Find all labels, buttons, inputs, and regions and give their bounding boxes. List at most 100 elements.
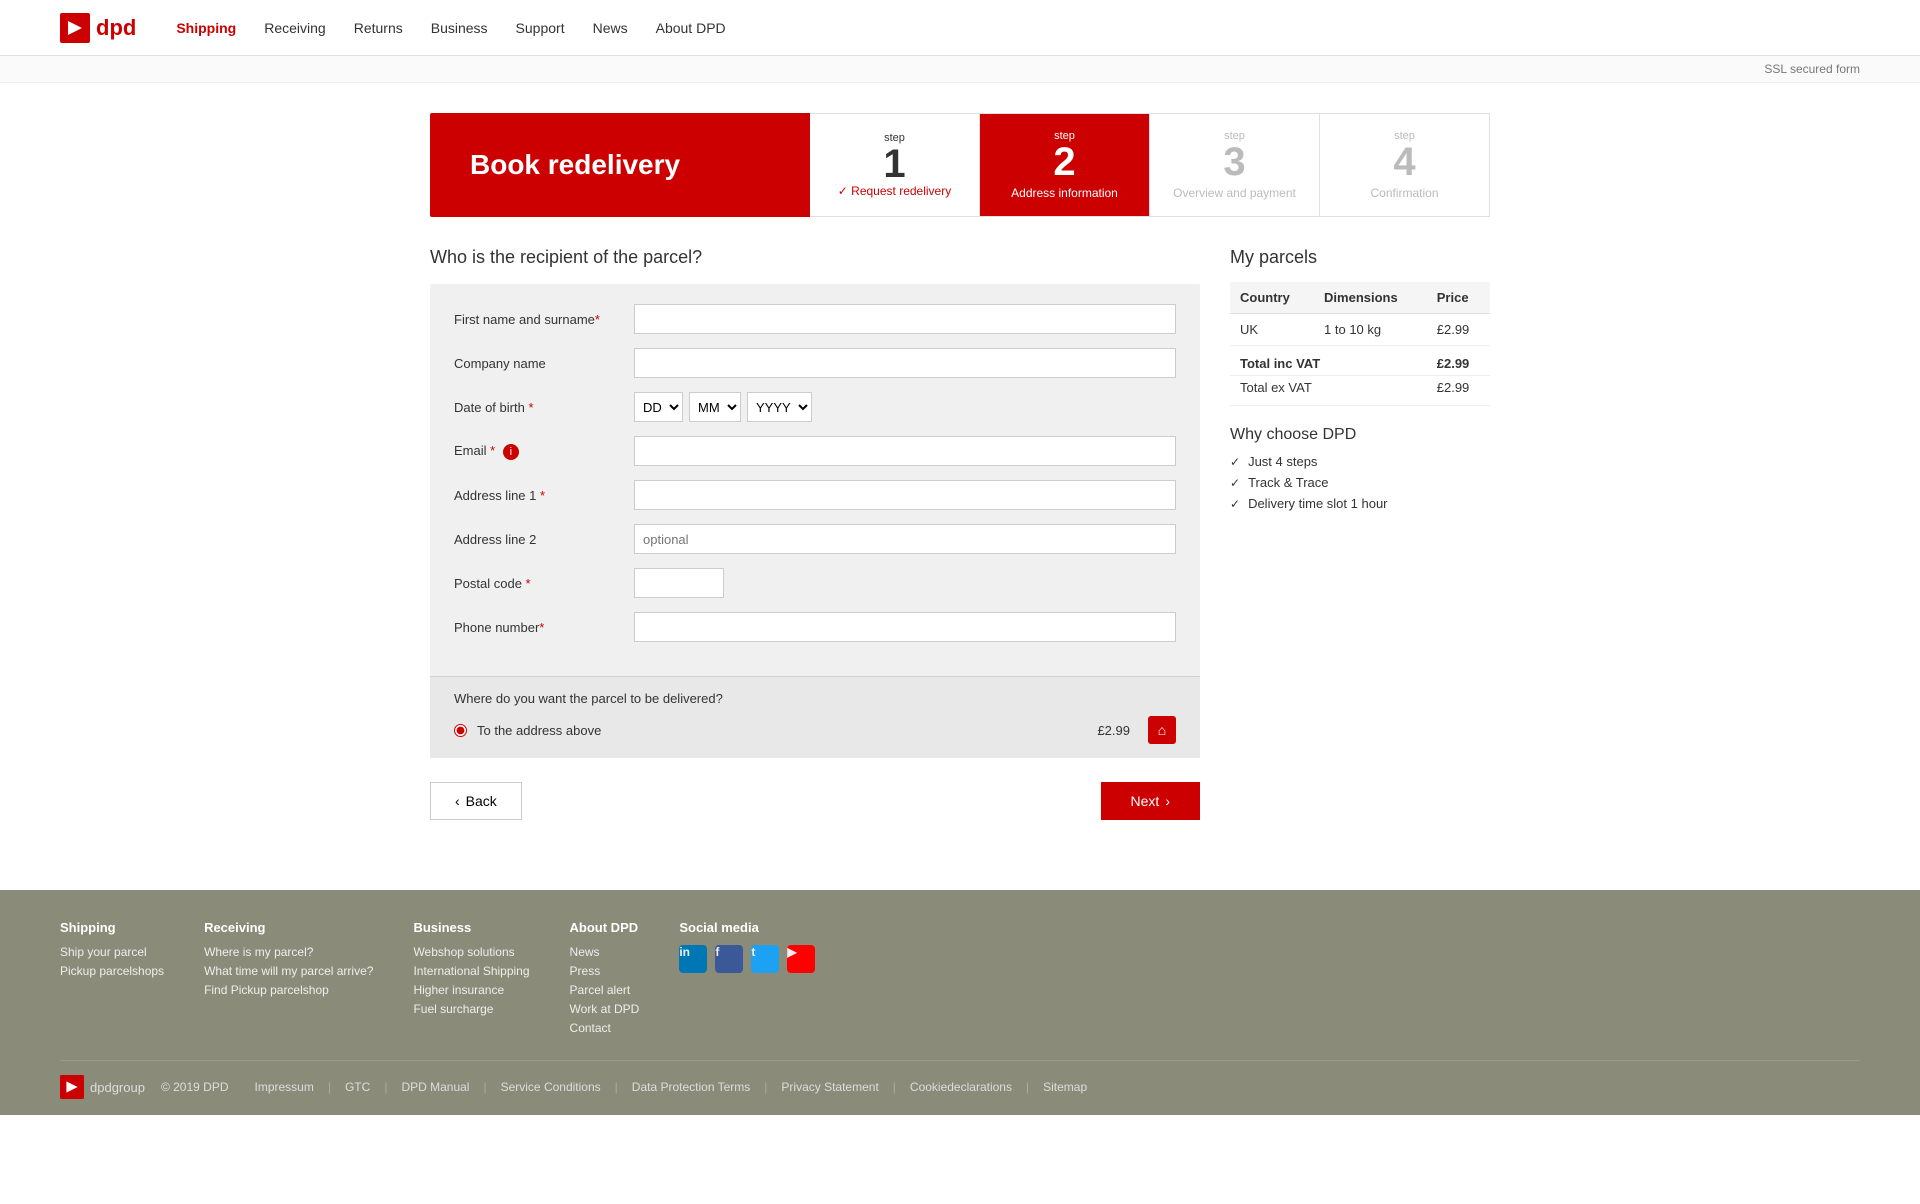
footer-link-work[interactable]: Work at DPD bbox=[570, 1002, 640, 1016]
footer-link-contact[interactable]: Contact bbox=[570, 1021, 640, 1035]
twitter-icon[interactable]: t bbox=[751, 945, 779, 973]
email-input[interactable] bbox=[634, 436, 1176, 466]
footer-service[interactable]: Service Conditions bbox=[483, 1080, 600, 1094]
footer-link-news[interactable]: News bbox=[570, 945, 640, 959]
footer-col-receiving: Receiving Where is my parcel? What time … bbox=[204, 920, 373, 1040]
check-icon-1: ✓ bbox=[1230, 455, 1240, 469]
delivery-radio[interactable] bbox=[454, 724, 467, 737]
footer-link-pickup[interactable]: Pickup parcelshops bbox=[60, 964, 164, 978]
next-chevron-icon: › bbox=[1165, 793, 1170, 809]
footer-about-heading: About DPD bbox=[570, 920, 640, 935]
nav-about[interactable]: About DPD bbox=[656, 20, 726, 36]
footer-bottom: dpdgroup © 2019 DPD Impressum GTC DPD Ma… bbox=[60, 1075, 1860, 1115]
step2-number: 2 bbox=[1053, 142, 1075, 182]
nav-receiving[interactable]: Receiving bbox=[264, 20, 325, 36]
footer-logo-text: dpdgroup bbox=[90, 1080, 145, 1095]
total-inc-row: Total inc VAT £2.99 bbox=[1230, 346, 1490, 376]
ssl-text: SSL secured form bbox=[1764, 62, 1860, 76]
footer-business-heading: Business bbox=[413, 920, 529, 935]
address2-row: Address line 2 bbox=[454, 524, 1176, 554]
footer-divider bbox=[60, 1060, 1860, 1061]
footer-link-find[interactable]: Find Pickup parcelshop bbox=[204, 983, 373, 997]
why-list: ✓ Just 4 steps ✓ Track & Trace ✓ Deliver… bbox=[1230, 454, 1490, 511]
footer-manual[interactable]: DPD Manual bbox=[384, 1080, 469, 1094]
footer-link-when[interactable]: What time will my parcel arrive? bbox=[204, 964, 373, 978]
footer-shipping-heading: Shipping bbox=[60, 920, 164, 935]
total-ex-label: Total ex VAT bbox=[1230, 376, 1427, 406]
form-box: First name and surname* Company name Dat… bbox=[430, 284, 1200, 676]
nav-returns[interactable]: Returns bbox=[354, 20, 403, 36]
parcel-price: £2.99 bbox=[1427, 314, 1490, 346]
total-inc-value: £2.99 bbox=[1427, 346, 1490, 376]
email-label: Email * i bbox=[454, 443, 624, 460]
delivery-option-row: To the address above £2.99 ⌂ bbox=[454, 716, 1176, 744]
social-icons: in f t ▶ bbox=[679, 945, 815, 978]
company-row: Company name bbox=[454, 348, 1176, 378]
footer-link-insurance[interactable]: Higher insurance bbox=[413, 983, 529, 997]
nav-support[interactable]: Support bbox=[516, 20, 565, 36]
col-country: Country bbox=[1230, 282, 1314, 314]
postal-input[interactable] bbox=[634, 568, 724, 598]
why-item-3: ✓ Delivery time slot 1 hour bbox=[1230, 496, 1490, 511]
col-dimensions: Dimensions bbox=[1314, 282, 1427, 314]
first-name-input[interactable] bbox=[634, 304, 1176, 334]
check-icon-3: ✓ bbox=[1230, 497, 1240, 511]
total-ex-value: £2.99 bbox=[1427, 376, 1490, 406]
facebook-icon[interactable]: f bbox=[715, 945, 743, 973]
linkedin-icon[interactable]: in bbox=[679, 945, 707, 973]
footer-bottom-links: Impressum GTC DPD Manual Service Conditi… bbox=[255, 1080, 1088, 1094]
footer-link-webshop[interactable]: Webshop solutions bbox=[413, 945, 529, 959]
next-button[interactable]: Next › bbox=[1101, 782, 1200, 820]
footer-link-intl[interactable]: International Shipping bbox=[413, 964, 529, 978]
youtube-icon[interactable]: ▶ bbox=[787, 945, 815, 973]
address1-input[interactable] bbox=[634, 480, 1176, 510]
total-inc-label: Total inc VAT bbox=[1230, 346, 1427, 376]
dob-yyyy-select[interactable]: YYYY bbox=[747, 392, 812, 422]
footer-link-fuel[interactable]: Fuel surcharge bbox=[413, 1002, 529, 1016]
footer-impressum[interactable]: Impressum bbox=[255, 1080, 314, 1094]
nav-buttons: ‹ Back Next › bbox=[430, 782, 1200, 820]
logo-text: dpd bbox=[96, 15, 136, 41]
email-info-icon[interactable]: i bbox=[503, 444, 519, 460]
address1-row: Address line 1 * bbox=[454, 480, 1176, 510]
postal-label: Postal code * bbox=[454, 576, 624, 591]
footer-privacy[interactable]: Privacy Statement bbox=[764, 1080, 879, 1094]
phone-label: Phone number* bbox=[454, 620, 624, 635]
phone-row: Phone number* bbox=[454, 612, 1176, 642]
phone-input[interactable] bbox=[634, 612, 1176, 642]
footer-receiving-heading: Receiving bbox=[204, 920, 373, 935]
footer-data-protection[interactable]: Data Protection Terms bbox=[615, 1080, 751, 1094]
company-input[interactable] bbox=[634, 348, 1176, 378]
footer-link-ship[interactable]: Ship your parcel bbox=[60, 945, 164, 959]
step3-name: Overview and payment bbox=[1173, 186, 1296, 200]
parcels-header-row: Country Dimensions Price bbox=[1230, 282, 1490, 314]
footer-logo: dpdgroup © 2019 DPD bbox=[60, 1075, 229, 1099]
dpd-logo-icon bbox=[60, 13, 90, 43]
footer-col-shipping: Shipping Ship your parcel Pickup parcels… bbox=[60, 920, 164, 1040]
footer-cookies[interactable]: Cookiedeclarations bbox=[893, 1080, 1012, 1094]
step1-done: ✓ Request redelivery bbox=[838, 184, 951, 198]
dob-dd-select[interactable]: DD bbox=[634, 392, 683, 422]
nav-shipping[interactable]: Shipping bbox=[176, 20, 236, 36]
banner-title: Book redelivery bbox=[470, 149, 680, 181]
footer-sitemap[interactable]: Sitemap bbox=[1026, 1080, 1087, 1094]
dob-mm-select[interactable]: MM bbox=[689, 392, 741, 422]
logo[interactable]: dpd bbox=[60, 13, 136, 43]
step1-number: 1 bbox=[883, 144, 905, 184]
address2-input[interactable] bbox=[634, 524, 1176, 554]
footer-link-where[interactable]: Where is my parcel? bbox=[204, 945, 373, 959]
parcel-row: UK 1 to 10 kg £2.99 bbox=[1230, 314, 1490, 346]
parcels-title: My parcels bbox=[1230, 247, 1490, 268]
footer-link-parcel-alert[interactable]: Parcel alert bbox=[570, 983, 640, 997]
footer-link-press[interactable]: Press bbox=[570, 964, 640, 978]
main-content: Book redelivery step 1 ✓ Request redeliv… bbox=[410, 83, 1510, 850]
left-column: Who is the recipient of the parcel? Firs… bbox=[430, 247, 1200, 820]
parcels-table: Country Dimensions Price UK 1 to 10 kg £… bbox=[1230, 282, 1490, 406]
footer-gtc[interactable]: GTC bbox=[328, 1080, 370, 1094]
delivery-price: £2.99 bbox=[1097, 723, 1130, 738]
nav-business[interactable]: Business bbox=[431, 20, 488, 36]
back-button[interactable]: ‹ Back bbox=[430, 782, 522, 820]
total-ex-row: Total ex VAT £2.99 bbox=[1230, 376, 1490, 406]
footer-social-heading: Social media bbox=[679, 920, 815, 935]
nav-news[interactable]: News bbox=[593, 20, 628, 36]
